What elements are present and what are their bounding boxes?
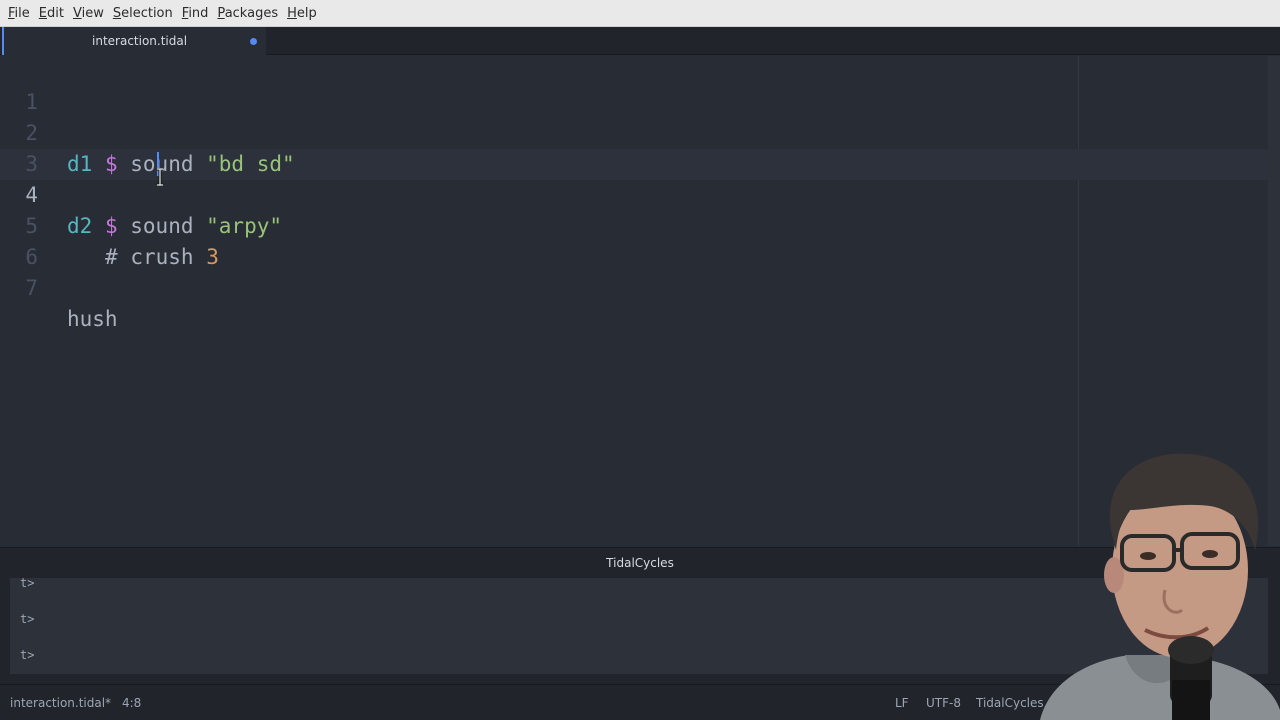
tab-interaction-tidal[interactable]: interaction.tidal xyxy=(2,27,266,55)
webcam-overlay-image xyxy=(1040,453,1280,720)
code-line[interactable]: 3 xyxy=(0,118,1268,176)
ibeam-cursor-icon xyxy=(157,168,163,186)
console-prompt: t> xyxy=(20,612,35,626)
modified-indicator-icon[interactable] xyxy=(250,38,257,45)
line-code: hush xyxy=(67,304,118,335)
status-cursor-position[interactable]: 4:8 xyxy=(122,696,141,710)
menu-packages[interactable]: Packages xyxy=(213,6,282,21)
tab-title: interaction.tidal xyxy=(92,34,188,48)
menu-bar: File Edit View Selection Find Packages H… xyxy=(0,0,1280,27)
token-function: hush xyxy=(67,307,118,331)
menu-file[interactable]: File xyxy=(4,6,34,21)
menu-selection[interactable]: Selection xyxy=(109,6,177,21)
code-line[interactable]: 2 d1 $ sound "bd sd" xyxy=(0,87,1268,176)
status-line-ending[interactable]: LF xyxy=(895,696,909,710)
menu-find[interactable]: Find xyxy=(178,6,213,21)
status-file-name[interactable]: interaction.tidal* xyxy=(10,696,111,710)
status-encoding[interactable]: UTF-8 xyxy=(926,696,961,710)
line-number: 7 xyxy=(25,276,38,300)
code-line[interactable]: 1 xyxy=(0,56,1268,114)
code-line[interactable]: 5 # crush 3 xyxy=(0,180,1268,269)
console-prompt: t> xyxy=(20,648,35,662)
code-line[interactable]: 7 hush xyxy=(0,242,1268,331)
tab-bar: interaction.tidal xyxy=(0,27,1280,55)
console-prompt: t> xyxy=(20,578,35,590)
menu-view[interactable]: View xyxy=(69,6,108,21)
menu-help[interactable]: Help xyxy=(283,6,321,21)
code-line[interactable]: 6 xyxy=(0,211,1268,269)
code-line-active[interactable]: 4 d2 $ sound "arpy" xyxy=(0,149,1268,238)
menu-edit[interactable]: Edit xyxy=(35,6,68,21)
